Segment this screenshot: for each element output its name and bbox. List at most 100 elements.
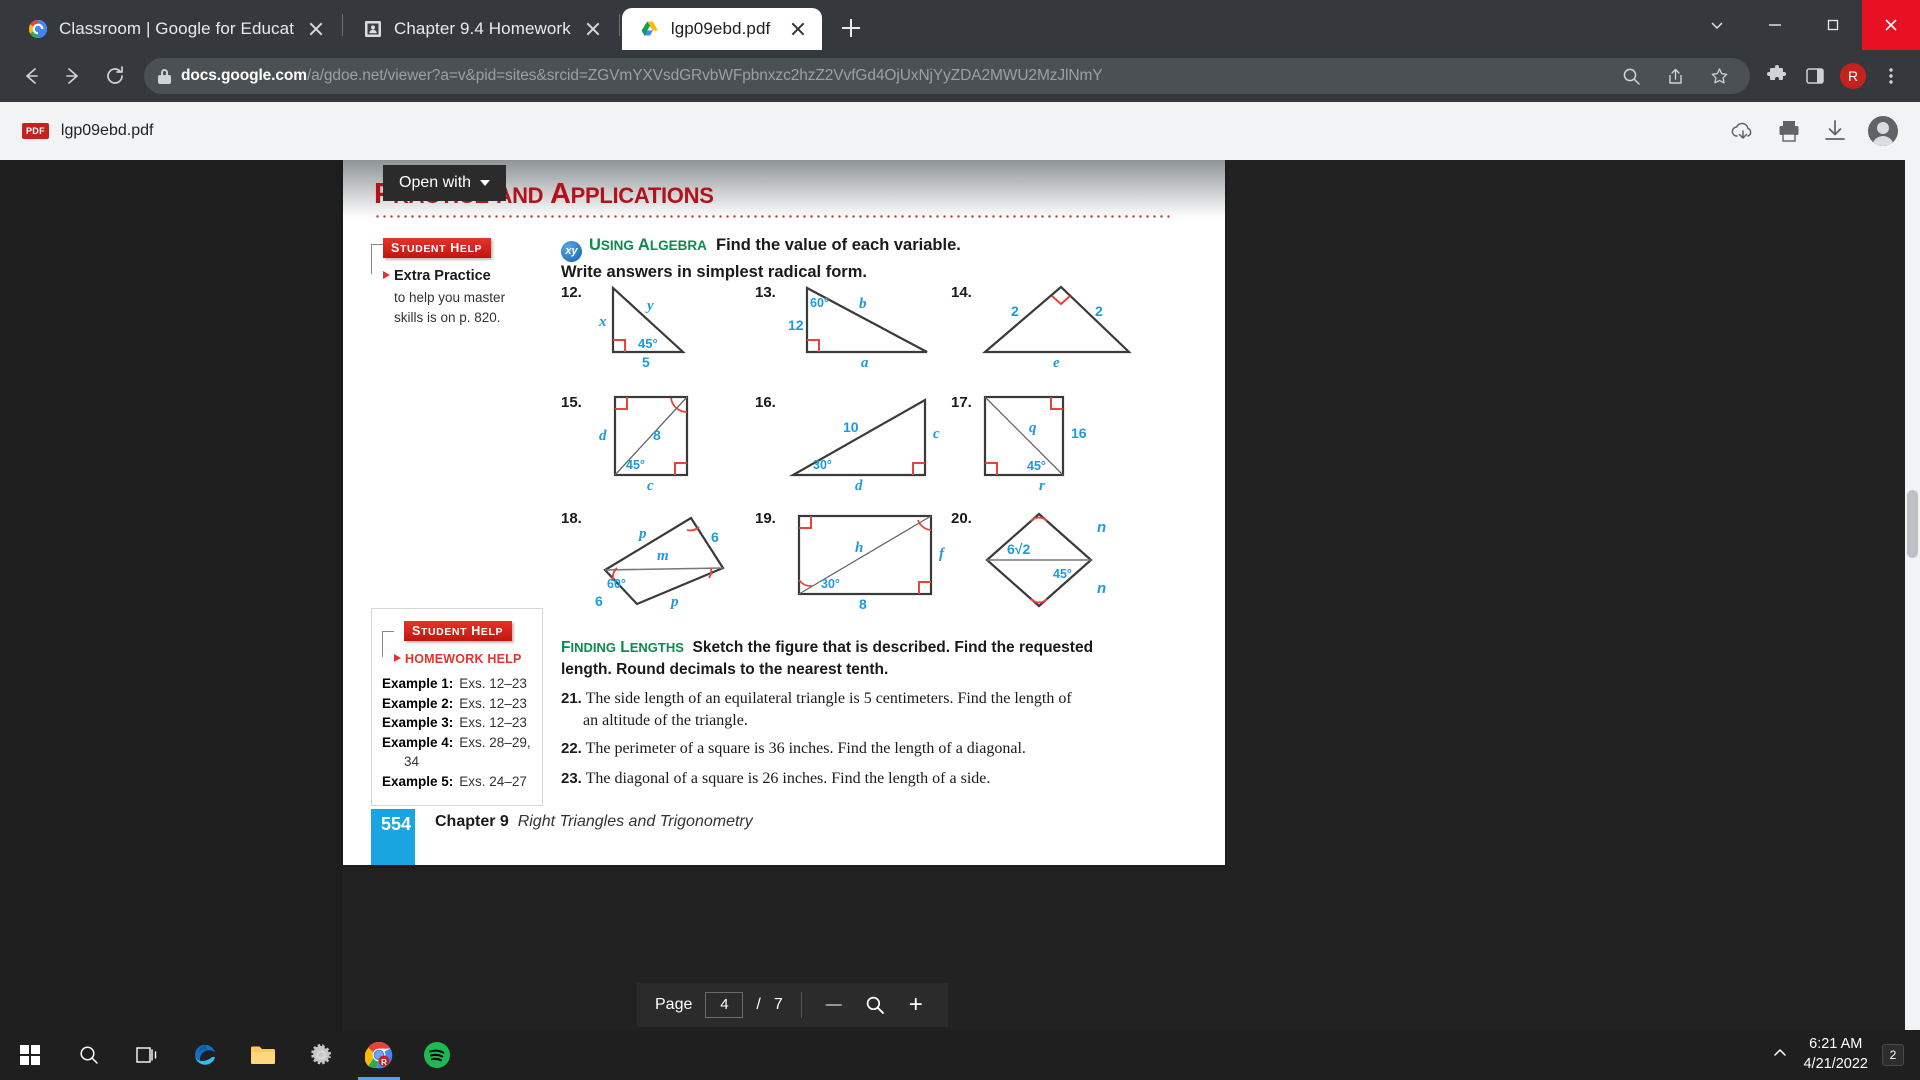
student-help-badge: STUDENT HELP bbox=[404, 621, 513, 641]
close-icon[interactable] bbox=[1862, 0, 1920, 50]
student-help-badge: STUDENT HELP bbox=[383, 238, 492, 258]
chevron-down-icon[interactable] bbox=[1688, 0, 1746, 50]
add-to-drive-icon[interactable] bbox=[1730, 118, 1756, 144]
label-30deg: 30° bbox=[821, 577, 840, 591]
show-hidden-icons[interactable] bbox=[1771, 1044, 1789, 1067]
page-footer: 554 Chapter 9 Right Triangles and Trigon… bbox=[371, 809, 753, 865]
bracket-decoration bbox=[382, 631, 394, 657]
new-tab-button[interactable] bbox=[832, 9, 870, 47]
tab-title: Classroom | Google for Education bbox=[59, 19, 294, 38]
start-icon[interactable] bbox=[0, 1044, 60, 1066]
minimize-icon[interactable] bbox=[1746, 0, 1804, 50]
zoom-in-button[interactable]: + bbox=[902, 991, 930, 1019]
reload-icon[interactable] bbox=[96, 57, 134, 95]
pdf-viewer: PDF lgp09ebd.pdf Open with AND APPLICATI… bbox=[0, 102, 1920, 1030]
label-b: b bbox=[859, 296, 867, 312]
extra-practice-title: Extra Practice bbox=[394, 268, 491, 284]
finding-lengths-title: FINDING LENGTHS bbox=[561, 639, 684, 656]
tab-chapter-homework[interactable]: Chapter 9.4 Homework bbox=[345, 8, 617, 50]
word-problem-21: 21. The side length of an equilateral tr… bbox=[561, 688, 1106, 731]
page-number-input[interactable]: 4 bbox=[705, 992, 744, 1018]
file-name: lgp09ebd.pdf bbox=[60, 122, 154, 139]
label-6root2: 6√2 bbox=[1007, 541, 1030, 557]
close-icon[interactable] bbox=[582, 18, 604, 40]
download-icon[interactable] bbox=[1822, 118, 1848, 144]
profile-initial: R bbox=[1840, 63, 1866, 89]
spotify-icon[interactable] bbox=[408, 1030, 466, 1080]
figure-number: 13. bbox=[755, 284, 776, 301]
label-d: d bbox=[599, 428, 607, 444]
taskbar-clock[interactable]: 6:21 AM 4/21/2022 bbox=[1803, 1035, 1868, 1074]
share-icon[interactable] bbox=[1658, 59, 1692, 93]
file-explorer-icon[interactable] bbox=[234, 1030, 292, 1080]
label-r: r bbox=[1039, 478, 1045, 492]
forward-icon[interactable] bbox=[54, 57, 92, 95]
label-2-right: 2 bbox=[1095, 303, 1103, 319]
windows-taskbar: R 6:21 AM 4/21/2022 2 bbox=[0, 1030, 1920, 1080]
task-view-icon[interactable] bbox=[118, 1030, 176, 1080]
tab-divider bbox=[342, 14, 343, 36]
extra-practice-body: to help you master skills is on p. 820. bbox=[394, 290, 506, 325]
list-item: Example 3: Exs. 12–23 bbox=[382, 715, 527, 731]
settings-icon[interactable] bbox=[292, 1030, 350, 1080]
sidepanel-icon[interactable] bbox=[1798, 59, 1832, 93]
zoom-icon[interactable] bbox=[861, 991, 889, 1019]
label-m: m bbox=[657, 548, 669, 564]
label-n-top: n bbox=[1097, 519, 1106, 536]
label-n-bottom: n bbox=[1097, 580, 1106, 597]
red-arrow-icon bbox=[383, 271, 390, 279]
window-controls bbox=[1688, 0, 1920, 50]
notification-badge[interactable]: 2 bbox=[1882, 1044, 1904, 1066]
address-bar[interactable]: docs.google.com/a/gdoe.net/viewer?a=v&pi… bbox=[144, 58, 1750, 94]
search-icon[interactable] bbox=[60, 1030, 118, 1080]
open-with-button[interactable]: Open with bbox=[383, 165, 507, 201]
xy-badge-icon: xy bbox=[561, 241, 582, 262]
document-icon bbox=[363, 19, 383, 39]
kebab-menu-icon[interactable] bbox=[1874, 59, 1908, 93]
google-classroom-icon bbox=[28, 19, 48, 39]
fl-line-1: Sketch the figure that is described. Fin… bbox=[692, 639, 1094, 656]
chrome-icon[interactable]: R bbox=[350, 1030, 408, 1080]
problem-line-1: The diagonal of a square is 26 inches. F… bbox=[585, 770, 991, 787]
word-problem-23: 23. The diagonal of a square is 26 inche… bbox=[561, 768, 1106, 790]
vertical-scrollbar[interactable] bbox=[1905, 160, 1920, 1030]
label-8: 8 bbox=[859, 596, 867, 612]
profile-avatar[interactable]: R bbox=[1836, 59, 1870, 93]
bracket-decoration bbox=[371, 244, 383, 274]
clock-date: 4/21/2022 bbox=[1803, 1056, 1868, 1072]
list-item: Example 1: Exs. 12–23 bbox=[382, 676, 527, 691]
scrollbar-thumb[interactable] bbox=[1907, 490, 1918, 558]
viewer-header: PDF lgp09ebd.pdf bbox=[0, 102, 1920, 160]
textbook-page-content: PRACTICE AND APPLICATIONS STUDENT HELP E… bbox=[343, 160, 1225, 865]
close-icon[interactable] bbox=[305, 18, 327, 40]
tab-pdf-active[interactable]: lgp09ebd.pdf bbox=[621, 8, 822, 50]
zoom-search-icon[interactable] bbox=[1614, 59, 1648, 93]
page-nav-group: Page 4 / 7 bbox=[637, 992, 801, 1018]
label-q: q bbox=[1029, 420, 1037, 436]
close-icon[interactable] bbox=[787, 18, 809, 40]
pdf-page-toolbar: Page 4 / 7 — + bbox=[637, 983, 948, 1027]
label-6-left: 6 bbox=[595, 593, 603, 609]
label-45deg: 45° bbox=[638, 336, 658, 351]
print-icon[interactable] bbox=[1776, 118, 1802, 144]
bookmark-star-icon[interactable] bbox=[1702, 59, 1736, 93]
maximize-icon[interactable] bbox=[1804, 0, 1862, 50]
tab-classroom[interactable]: Classroom | Google for Education bbox=[10, 8, 340, 50]
back-icon[interactable] bbox=[12, 57, 50, 95]
problem-line-1: The side length of an equilateral triang… bbox=[585, 690, 1072, 707]
label-10: 10 bbox=[843, 419, 859, 435]
figure-number: 15. bbox=[561, 394, 582, 411]
extensions-puzzle-icon[interactable] bbox=[1760, 59, 1794, 93]
tab-strip: Classroom | Google for Education Chapter… bbox=[0, 0, 1920, 50]
zoom-out-button[interactable]: — bbox=[820, 991, 848, 1019]
label-a: a bbox=[861, 355, 869, 371]
label-45deg: 45° bbox=[1027, 459, 1046, 473]
edge-icon[interactable] bbox=[176, 1030, 234, 1080]
using-algebra-instruction: xy USING ALGEBRA Find the value of each v… bbox=[561, 235, 1161, 283]
tab-title: Chapter 9.4 Homework bbox=[394, 19, 571, 38]
red-arrow-icon bbox=[394, 654, 401, 662]
account-avatar[interactable] bbox=[1868, 116, 1898, 146]
label-p-bottom: p bbox=[669, 594, 679, 610]
list-item: Example 4: Exs. 28–29, bbox=[382, 734, 531, 750]
label-c: c bbox=[933, 426, 940, 442]
